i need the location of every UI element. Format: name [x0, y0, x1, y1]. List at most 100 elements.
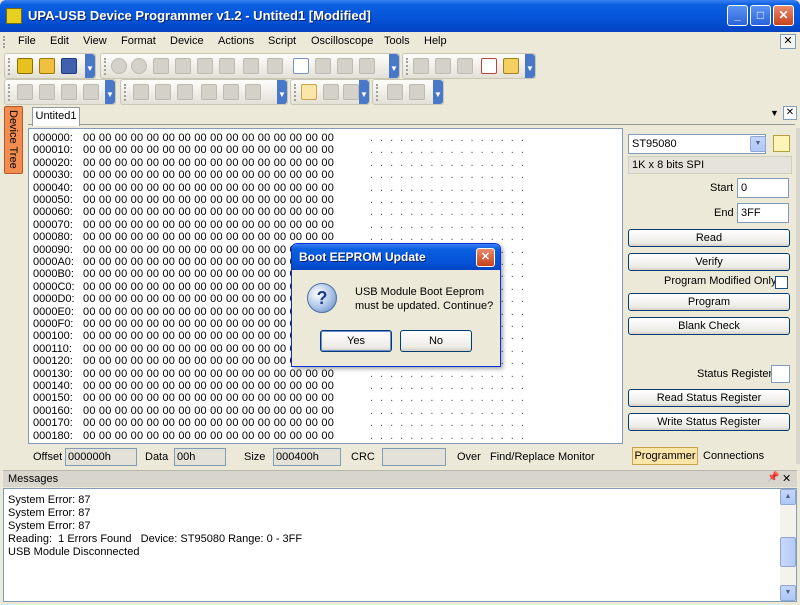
menu-actions[interactable]: Actions: [218, 35, 254, 47]
pin-icon[interactable]: 📌: [767, 472, 779, 483]
tab-programmer[interactable]: Programmer: [632, 447, 698, 465]
dialog-close-button[interactable]: ✕: [476, 248, 495, 267]
device-select[interactable]: ST95080 ▼: [628, 134, 766, 154]
eraser-icon[interactable]: [481, 58, 497, 74]
write-status-register-button[interactable]: Write Status Register: [628, 413, 790, 431]
align-left-icon[interactable]: [201, 84, 217, 100]
mdi-close-icon[interactable]: ✕: [780, 34, 796, 49]
paste-icon[interactable]: [197, 58, 213, 74]
menu-view[interactable]: View: [83, 35, 107, 47]
hex-bytes[interactable]: 00 00 00 00 00 00 00 00 00 00 00 00 00 0…: [83, 405, 334, 417]
find-icon[interactable]: [267, 58, 283, 74]
back-icon[interactable]: [111, 58, 127, 74]
module-icon[interactable]: [435, 58, 451, 74]
menu-file[interactable]: File: [18, 35, 36, 47]
messages-log[interactable]: System Error: 87 System Error: 87 System…: [3, 488, 797, 602]
hex-bytes[interactable]: 00 00 00 00 00 00 00 00 00 00 00 00 00 0…: [83, 219, 334, 231]
hex-bytes[interactable]: 00 00 00 00 00 00 00 00 00 00 00 00 00 0…: [83, 145, 334, 156]
script-icon[interactable]: [503, 58, 519, 74]
move-icon[interactable]: [83, 84, 99, 100]
delete-icon[interactable]: [219, 58, 235, 74]
crop-icon[interactable]: [343, 84, 359, 100]
toolbar-chevron-icon[interactable]: ▼: [359, 80, 369, 104]
hex-ascii[interactable]: ................: [370, 182, 531, 194]
toolbar-grip[interactable]: [294, 84, 297, 101]
open-folder-icon[interactable]: [39, 58, 55, 74]
resize-icon[interactable]: [61, 84, 77, 100]
edit-note-icon[interactable]: [773, 135, 790, 152]
tab-dropdown-icon[interactable]: ▼: [770, 108, 779, 118]
toolbar-grip[interactable]: [124, 84, 127, 101]
hex-ascii[interactable]: ................: [370, 219, 531, 231]
menu-edit[interactable]: Edit: [50, 35, 69, 47]
pen-icon[interactable]: [17, 84, 33, 100]
monitor-link[interactable]: Monitor: [558, 451, 595, 463]
close-icon[interactable]: ✕: [782, 472, 791, 485]
hex-bytes[interactable]: 00 00 00 00 00 00 00 00 00 00 00 00 00 0…: [83, 207, 334, 218]
hex-ascii[interactable]: ................: [370, 418, 531, 429]
toolbar-chevron-icon[interactable]: ▼: [277, 80, 287, 104]
read-button[interactable]: Read: [628, 229, 790, 247]
title-bar[interactable]: UPA-USB Device Programmer v1.2 - Untited…: [0, 0, 800, 32]
save-icon[interactable]: [61, 58, 77, 74]
blank-check-button[interactable]: Blank Check: [628, 317, 790, 335]
toolbar-grip[interactable]: [406, 58, 409, 75]
play-icon[interactable]: [387, 84, 403, 100]
menu-tools[interactable]: Tools: [384, 35, 410, 47]
messages-scrollbar[interactable]: ▲ ▼: [780, 489, 796, 601]
copy-icon[interactable]: [175, 58, 191, 74]
menu-format[interactable]: Format: [121, 35, 156, 47]
toolbar-chevron-icon[interactable]: ▼: [389, 54, 399, 78]
undo-icon[interactable]: [243, 58, 259, 74]
toolbar-grip[interactable]: [104, 58, 107, 75]
hex-bytes[interactable]: 00 00 00 00 00 00 00 00 00 00 00 00 00 0…: [83, 368, 334, 380]
link-icon[interactable]: [39, 84, 55, 100]
hex-bytes[interactable]: 00 00 00 00 00 00 00 00 00 00 00 00 00 0…: [83, 418, 334, 429]
no-button[interactable]: No: [400, 330, 472, 352]
scroll-down-icon[interactable]: ▼: [780, 585, 796, 601]
pointer-icon[interactable]: [301, 84, 317, 100]
hex-ascii[interactable]: ................: [370, 393, 531, 404]
scroll-up-icon[interactable]: ▲: [780, 489, 796, 505]
hex-ascii[interactable]: ................: [370, 133, 531, 144]
hex-ascii[interactable]: ................: [370, 170, 531, 181]
tab-close-icon[interactable]: ✕: [783, 106, 797, 120]
toolbar-chevron-icon[interactable]: ▼: [105, 80, 115, 104]
stop-icon[interactable]: [409, 84, 425, 100]
hex-bytes[interactable]: 00 00 00 00 00 00 00 00 00 00 00 00 00 0…: [83, 381, 334, 392]
panel-splitter[interactable]: [796, 128, 800, 464]
program-button[interactable]: Program: [628, 293, 790, 311]
hex-bytes[interactable]: 00 00 00 00 00 00 00 00 00 00 00 00 00 0…: [83, 232, 334, 243]
yes-button[interactable]: Yes: [320, 330, 392, 352]
hex-ascii[interactable]: ................: [370, 195, 531, 206]
menu-oscilloscope[interactable]: Oscilloscope: [311, 35, 373, 47]
toolbar-grip[interactable]: [8, 58, 11, 75]
verify-button[interactable]: Verify: [628, 253, 790, 271]
hex-ascii[interactable]: ................: [370, 207, 531, 218]
hex-ascii[interactable]: ................: [370, 145, 531, 156]
select-rect-icon[interactable]: [323, 84, 339, 100]
menu-device[interactable]: Device: [170, 35, 204, 47]
new-device-icon[interactable]: [17, 58, 33, 74]
tab-connections[interactable]: Connections: [703, 450, 764, 462]
status-register-field[interactable]: [771, 365, 790, 383]
toolbar-chevron-icon[interactable]: ▼: [85, 54, 95, 78]
hex-bytes[interactable]: 00 00 00 00 00 00 00 00 00 00 00 00 00 0…: [83, 157, 334, 169]
hex-ascii[interactable]: ................: [370, 157, 531, 169]
compare-icon[interactable]: [359, 58, 375, 74]
hex-bytes[interactable]: 00 00 00 00 00 00 00 00 00 00 00 00 00 0…: [83, 133, 334, 144]
hex-bytes[interactable]: 00 00 00 00 00 00 00 00 00 00 00 00 00 0…: [83, 182, 334, 194]
hex-ascii[interactable]: ................: [370, 232, 531, 243]
hex-ascii[interactable]: ................: [370, 381, 531, 392]
hex-bytes[interactable]: 00 00 00 00 00 00 00 00 00 00 00 00 00 0…: [83, 430, 334, 442]
hex-bytes[interactable]: 00 00 00 00 00 00 00 00 00 00 00 00 00 0…: [83, 170, 334, 181]
bold-icon[interactable]: [133, 84, 149, 100]
start-input[interactable]: 0: [737, 178, 789, 198]
dots-icon[interactable]: [457, 58, 473, 74]
underline-icon[interactable]: [177, 84, 193, 100]
hex-bytes[interactable]: 00 00 00 00 00 00 00 00 00 00 00 00 00 0…: [83, 195, 334, 206]
tab-untited1[interactable]: Untited1: [32, 107, 80, 126]
hex-ascii[interactable]: ................: [370, 430, 531, 442]
chevron-down-icon[interactable]: ▼: [750, 136, 766, 152]
minimize-button[interactable]: _: [727, 5, 748, 26]
